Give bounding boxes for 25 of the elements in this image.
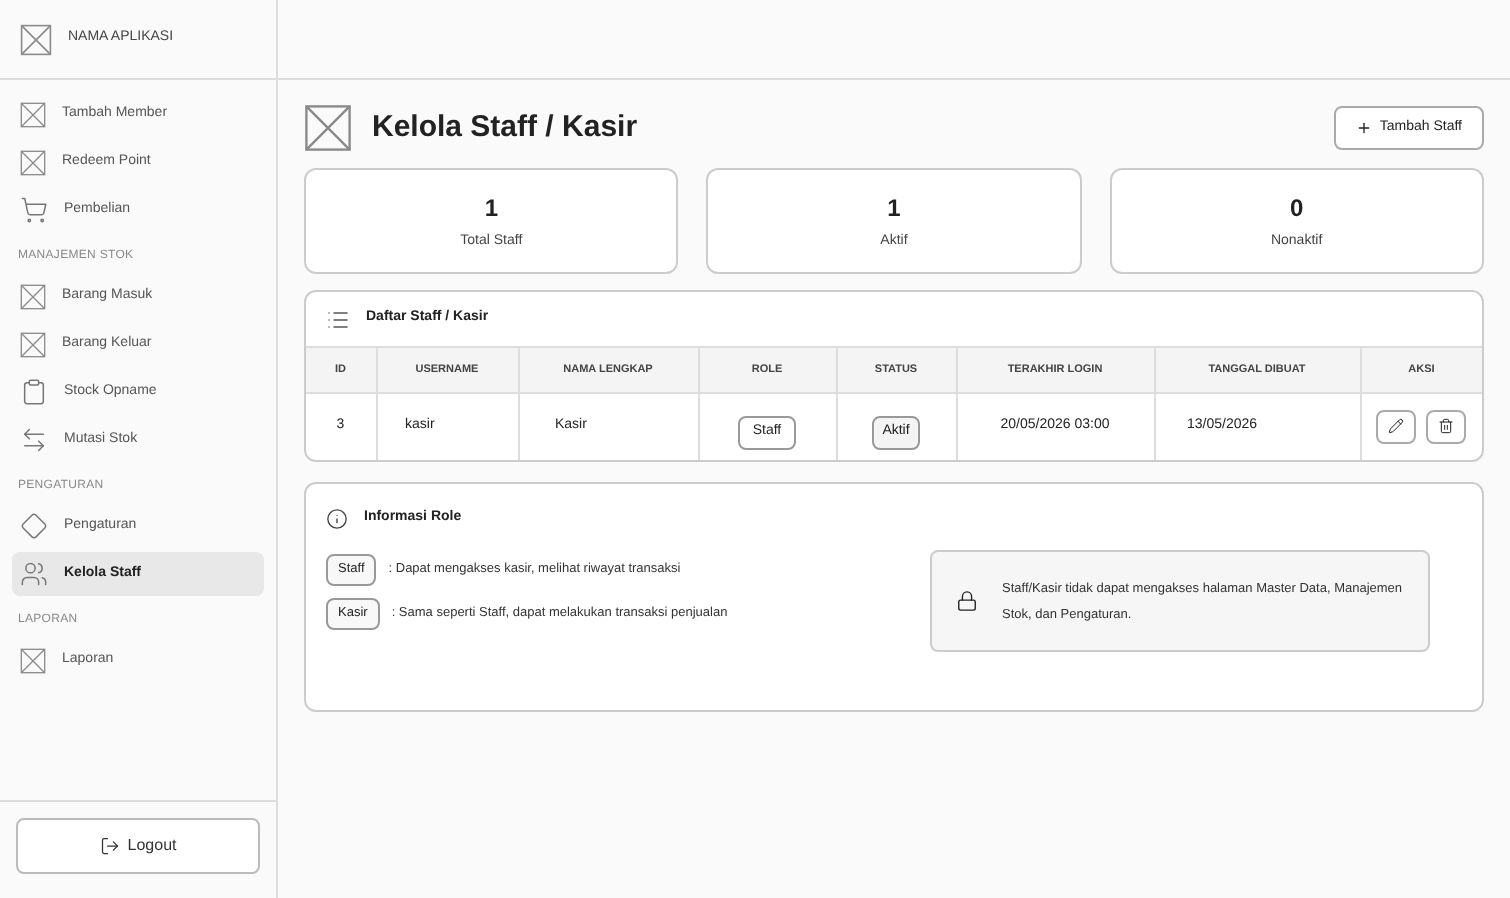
placeholder-icon	[20, 149, 46, 175]
stat-value: 1	[484, 191, 498, 226]
delete-button[interactable]	[1426, 409, 1467, 444]
clipboard-icon	[20, 378, 48, 406]
stat-value: 1	[887, 191, 901, 226]
lock-icon	[956, 590, 978, 612]
logout-button[interactable]: Logout	[16, 818, 260, 874]
placeholder-icon	[20, 647, 46, 673]
logo-icon	[20, 23, 52, 55]
diamond-icon	[20, 512, 48, 540]
arrows-icon	[20, 426, 48, 454]
plus-icon	[1355, 120, 1372, 136]
info-icon	[326, 508, 348, 530]
users-icon	[20, 560, 48, 588]
stat-value: 0	[1289, 191, 1304, 226]
edit-button[interactable]	[1376, 409, 1417, 444]
placeholder-icon	[20, 331, 46, 357]
trash-icon	[1438, 418, 1455, 435]
pencil-icon	[1388, 418, 1405, 435]
placeholder-icon	[20, 283, 46, 309]
logout-icon	[99, 836, 120, 856]
page-title: Kelola Staff / Kasir	[372, 107, 638, 148]
page-icon	[304, 104, 352, 152]
placeholder-icon	[20, 101, 46, 127]
cart-icon	[20, 196, 48, 224]
